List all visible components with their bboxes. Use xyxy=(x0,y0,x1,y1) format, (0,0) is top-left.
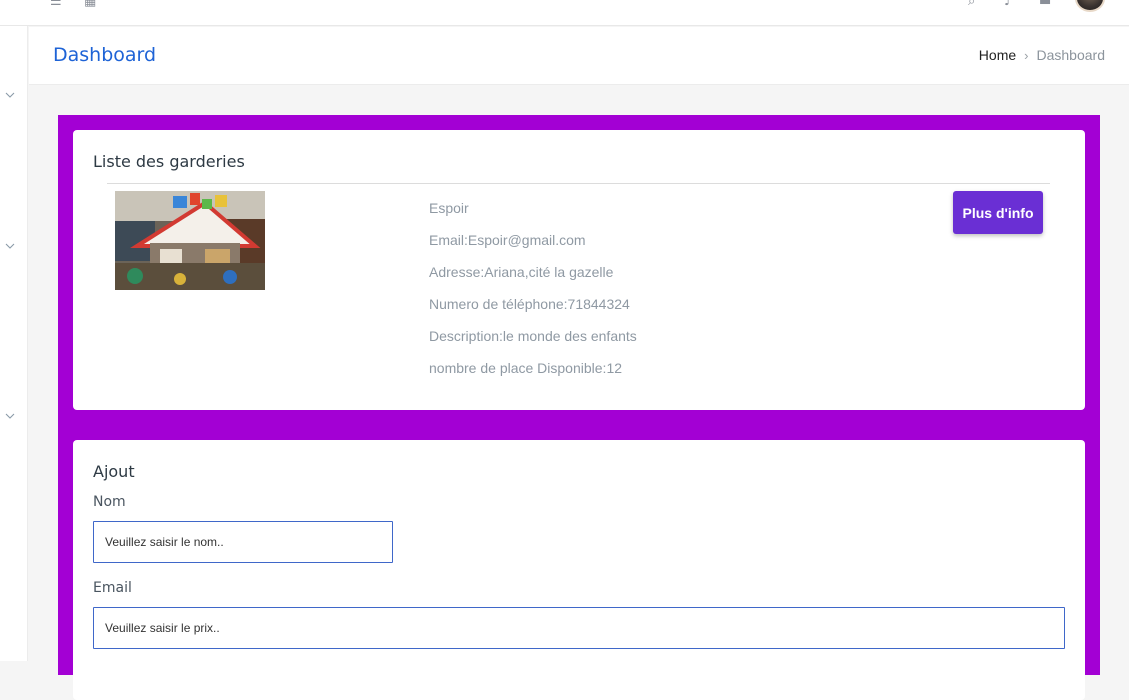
name-input[interactable] xyxy=(93,521,393,563)
mail-icon[interactable]: ▬ xyxy=(1039,0,1051,9)
breadcrumb-current: Dashboard xyxy=(1036,47,1106,63)
page-header: Dashboard Home › Dashboard xyxy=(29,27,1129,85)
more-info-button[interactable]: Plus d'info xyxy=(953,191,1043,234)
daycare-image xyxy=(115,191,265,290)
daycare-list-card: Liste des garderies Espoir Email:Espoir@… xyxy=(73,130,1085,410)
form-title: Ajout xyxy=(93,462,135,481)
email-label: Email xyxy=(93,580,132,596)
daycare-name: Espoir xyxy=(429,200,469,216)
add-form-card: Ajout Nom Email xyxy=(73,440,1085,700)
top-navbar: ☰ ▦ ⌕ ♪ ▬ xyxy=(0,0,1129,26)
breadcrumb: Home › Dashboard xyxy=(979,47,1105,63)
divider xyxy=(107,183,1050,184)
search-icon[interactable]: ⌕ xyxy=(968,0,975,9)
chevron-down-icon[interactable] xyxy=(5,90,15,100)
sidebar xyxy=(0,26,28,661)
daycare-phone: Numero de téléphone:71844324 xyxy=(429,296,630,312)
breadcrumb-separator-icon: › xyxy=(1024,47,1029,63)
chevron-down-icon[interactable] xyxy=(5,241,15,251)
daycare-address: Adresse:Ariana,cité la gazelle xyxy=(429,264,614,280)
menu-icon[interactable]: ☰ xyxy=(50,0,62,9)
email-input[interactable] xyxy=(93,607,1065,649)
avatar[interactable] xyxy=(1075,0,1105,12)
breadcrumb-home-link[interactable]: Home xyxy=(979,47,1016,63)
bell-icon[interactable]: ♪ xyxy=(1004,0,1012,9)
name-label: Nom xyxy=(93,494,126,510)
daycare-places: nombre de place Disponible:12 xyxy=(429,360,623,376)
page-title: Dashboard xyxy=(53,44,157,66)
daycare-email: Email:Espoir@gmail.com xyxy=(429,232,586,248)
daycare-description: Description:le monde des enfants xyxy=(429,328,637,344)
content-area: Liste des garderies Espoir Email:Espoir@… xyxy=(58,115,1100,700)
chevron-down-icon[interactable] xyxy=(5,411,15,421)
card-title: Liste des garderies xyxy=(93,152,245,171)
grid-icon[interactable]: ▦ xyxy=(84,0,96,9)
